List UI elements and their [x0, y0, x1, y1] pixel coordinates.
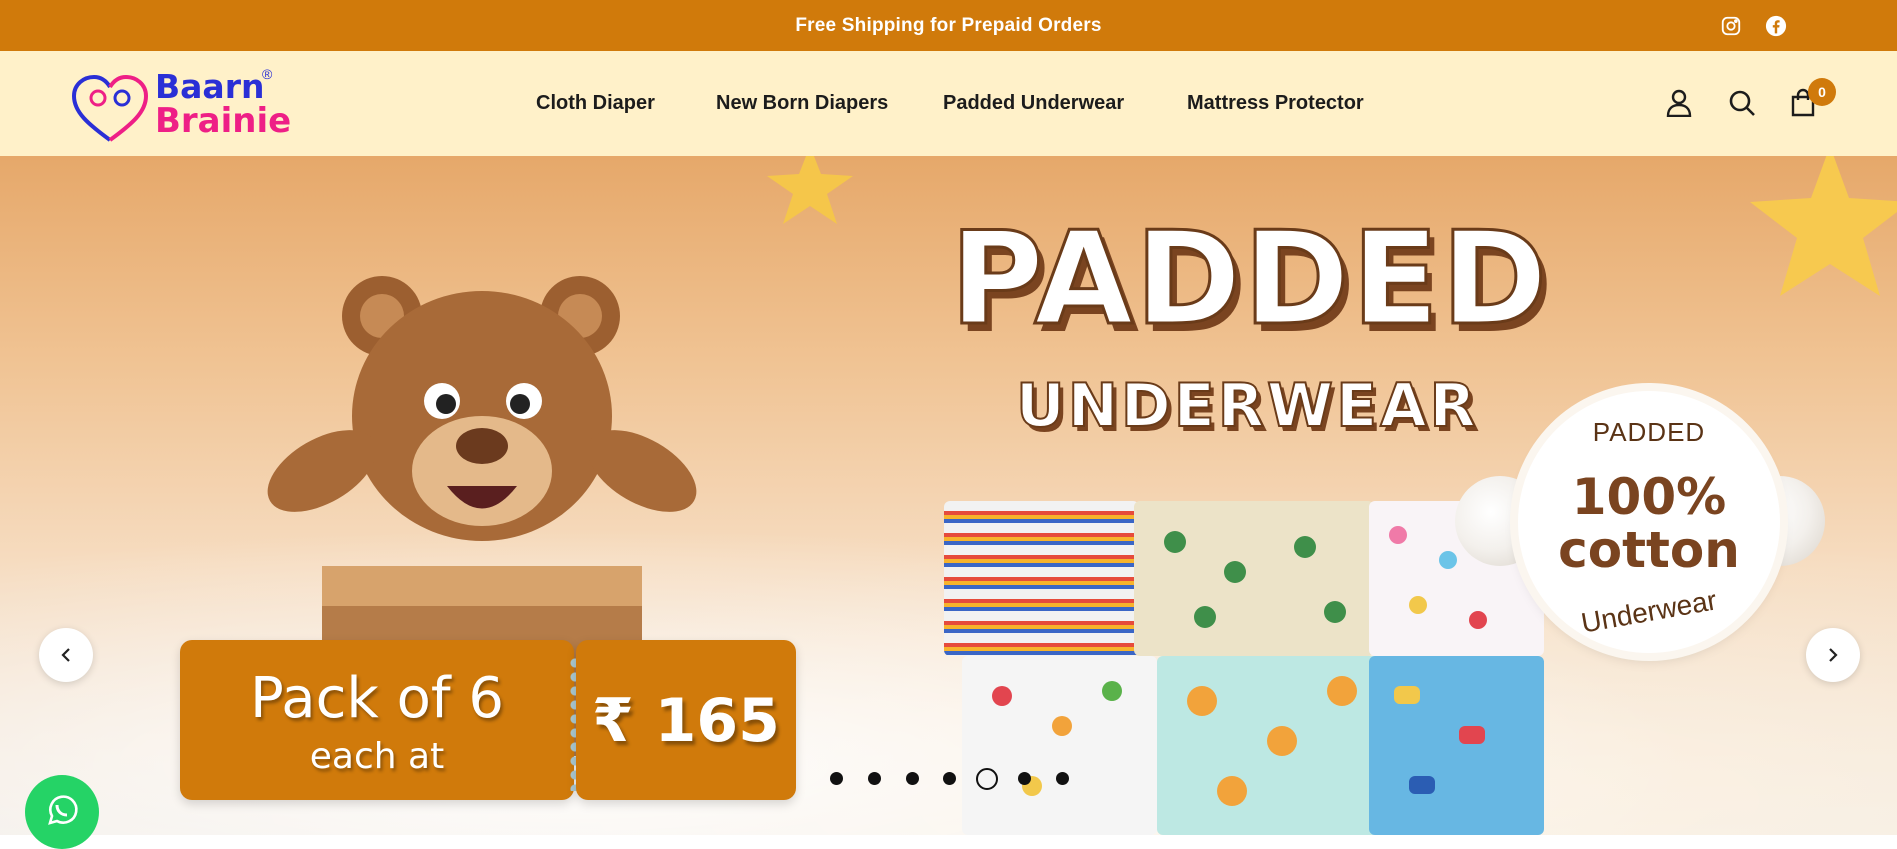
slider-dot[interactable]	[830, 772, 843, 785]
logo-heart-icon	[71, 74, 149, 142]
star-decoration-large	[1750, 156, 1897, 296]
announcement-text: Free Shipping for Prepaid Orders	[795, 14, 1102, 36]
facebook-icon[interactable]	[1765, 0, 1787, 51]
cotton-badge: PADDED 100% cotton Underwear	[1518, 391, 1780, 653]
star-decoration-small	[767, 156, 853, 224]
instagram-icon[interactable]	[1720, 0, 1742, 51]
nav-cloth-diaper[interactable]: Cloth Diaper	[536, 51, 655, 156]
product-fruits-underwear	[962, 656, 1157, 835]
badge-top-text: PADDED	[1592, 417, 1706, 447]
registered-mark: ®	[262, 66, 273, 82]
product-watermelon-underwear	[1134, 501, 1374, 656]
slider-dot[interactable]	[1056, 772, 1069, 785]
product-lions-underwear	[1157, 656, 1379, 835]
chevron-left-icon	[61, 648, 70, 662]
logo-text-brainie: Brainie	[155, 101, 292, 141]
gift-box-flap	[322, 566, 642, 606]
slider-dot-active[interactable]	[976, 768, 998, 790]
hero-subtitle: UNDERWEAR	[1015, 371, 1479, 441]
slider-dot[interactable]	[868, 772, 881, 785]
offer-price-panel: ₹ 165	[576, 640, 796, 800]
account-icon[interactable]	[1662, 86, 1696, 120]
offer-each-text: each at	[309, 736, 445, 777]
brand-logo[interactable]: Baarn Brainie ®	[70, 66, 292, 146]
teddy-bear-illustration	[267, 276, 697, 541]
offer-pack-panel: Pack of 6 each at	[180, 640, 574, 800]
badge-main-text: 100% cotton	[1518, 471, 1780, 576]
slider-dot[interactable]	[943, 772, 956, 785]
badge-cotton: cotton	[1558, 520, 1740, 579]
hero-banner[interactable]: PADDED UNDERWEAR PADDED 100% cotton Unde…	[0, 156, 1897, 835]
slider-prev-button[interactable]	[39, 628, 93, 682]
badge-percent: 100%	[1571, 468, 1727, 526]
nav-new-born-diapers[interactable]: New Born Diapers	[716, 51, 888, 156]
cart-count-badge: 0	[1808, 78, 1836, 106]
whatsapp-chat-button[interactable]	[25, 775, 99, 849]
hero-title: PADDED	[948, 205, 1550, 354]
offer-price: ₹ 165	[592, 686, 780, 756]
site-header: Baarn Brainie ® Cloth Diaper New Born Di…	[0, 51, 1897, 156]
product-striped-underwear	[944, 501, 1139, 656]
nav-padded-underwear[interactable]: Padded Underwear	[943, 51, 1124, 156]
announcement-bar: Free Shipping for Prepaid Orders	[0, 0, 1897, 51]
whatsapp-icon	[48, 795, 78, 825]
logo-text-baarn: Baarn	[155, 67, 265, 106]
offer-pack-text: Pack of 6	[250, 666, 504, 731]
search-icon[interactable]	[1725, 86, 1759, 120]
chevron-right-icon	[1829, 648, 1838, 662]
slider-dot[interactable]	[1018, 772, 1031, 785]
slider-dot[interactable]	[906, 772, 919, 785]
nav-mattress-protector[interactable]: Mattress Protector	[1187, 51, 1364, 156]
slider-next-button[interactable]	[1806, 628, 1860, 682]
product-cars-underwear	[1369, 656, 1544, 835]
